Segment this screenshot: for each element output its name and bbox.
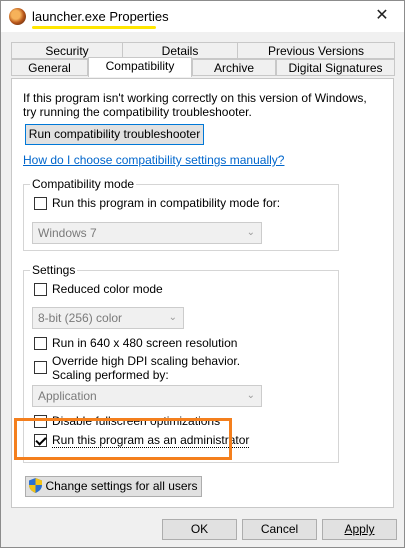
color-depth-select: 8-bit (256) color ⌄ [32,307,184,329]
tab-general[interactable]: General [11,59,88,76]
settings-group: Settings Reduced color mode 8-bit (256) … [23,263,339,463]
reduced-color-label: Reduced color mode [52,282,163,296]
settings-title: Settings [30,263,78,277]
dpi-scaling-value: Application [38,389,97,403]
dpi-override-label-2: Scaling performed by: [52,368,169,382]
color-depth-value: 8-bit (256) color [38,311,123,325]
change-settings-all-users-button[interactable]: Change settings for all users [25,476,202,497]
window-title: launcher.exe Properties [32,9,169,24]
reduced-color-checkbox[interactable] [34,283,47,296]
title-highlight-underline [32,26,156,29]
manual-settings-link[interactable]: How do I choose compatibility settings m… [23,153,284,167]
tab-digital-signatures[interactable]: Digital Signatures [276,59,395,76]
tab-compatibility[interactable]: Compatibility [88,57,192,77]
chevron-down-icon: ⌄ [168,312,177,323]
cancel-button[interactable]: Cancel [242,519,317,540]
compat-os-select: Windows 7 ⌄ [32,222,262,244]
title-bar: launcher.exe Properties ✕ [1,1,404,32]
app-icon [9,8,26,25]
intro-text-line-1: If this program isn't working correctly … [23,91,367,105]
fullscreen-opt-checkbox[interactable] [34,415,47,428]
fullscreen-opt-label: Disable fullscreen optimizations [52,414,221,428]
apply-button[interactable]: Apply [322,519,397,540]
change-settings-label: Change settings for all users [45,479,198,493]
ok-button[interactable]: OK [162,519,237,540]
dpi-scaling-select: Application ⌄ [32,385,262,407]
intro-text-line-2: try running the compatibility troublesho… [23,105,252,119]
close-button[interactable]: ✕ [360,1,404,32]
tab-previous-versions[interactable]: Previous Versions [237,42,395,59]
tab-strip: Security Details Previous Versions Gener… [11,42,395,78]
properties-window: launcher.exe Properties ✕ Security Detai… [0,0,405,548]
uac-shield-icon [29,478,43,493]
run-as-admin-label[interactable]: Run this program as an administrator [52,433,250,448]
compat-mode-label: Run this program in compatibility mode f… [52,196,281,210]
chevron-down-icon: ⌄ [246,390,255,401]
compat-os-value: Windows 7 [38,226,97,240]
compat-mode-checkbox[interactable] [34,197,47,210]
tab-archive[interactable]: Archive [192,59,276,76]
dpi-override-label-1: Override high DPI scaling behavior. [52,354,241,368]
run-troubleshooter-button[interactable]: Run compatibility troubleshooter [25,124,204,145]
compatibility-mode-title: Compatibility mode [30,177,137,191]
compatibility-page: If this program isn't working correctly … [11,78,394,508]
res-640-checkbox[interactable] [34,337,47,350]
chevron-down-icon: ⌄ [246,227,255,238]
run-as-admin-checkbox[interactable] [34,434,47,447]
dpi-override-checkbox[interactable] [34,361,47,374]
compatibility-mode-group: Compatibility mode Run this program in c… [23,177,339,251]
res-640-label: Run in 640 x 480 screen resolution [52,336,238,350]
